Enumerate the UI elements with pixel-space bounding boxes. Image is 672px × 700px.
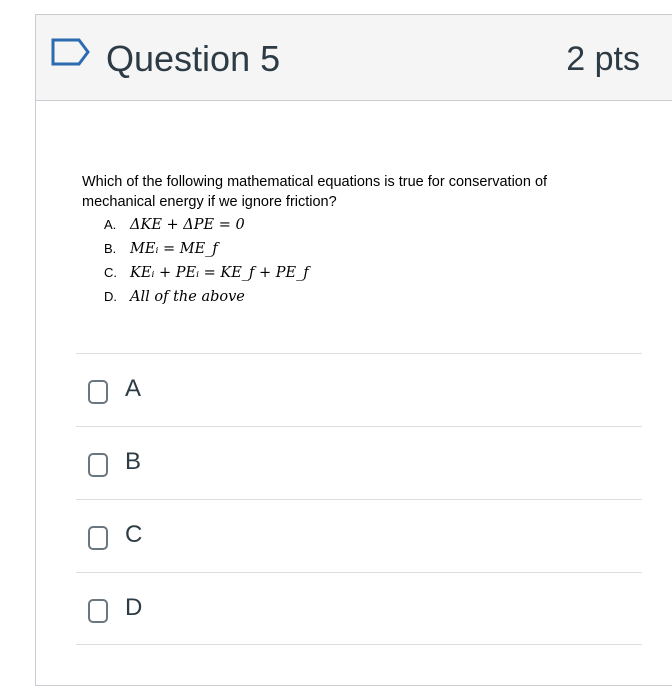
answer-choices: A B C D <box>76 353 642 645</box>
option-row-d: D. All of the above <box>104 285 309 309</box>
option-equation: All of the above <box>130 289 245 305</box>
option-letter: C. <box>104 265 117 280</box>
question-points: 2 pts <box>566 40 640 78</box>
question-card: Question 5 2 pts Which of the following … <box>35 14 672 686</box>
option-letter: A. <box>104 217 117 232</box>
question-text: Which of the following mathematical equa… <box>82 174 548 210</box>
option-row-b: B. MEᵢ = ME_f <box>104 237 309 261</box>
checkbox-b[interactable] <box>88 453 108 477</box>
answer-choice-d[interactable]: D <box>76 572 642 645</box>
option-equation: MEᵢ = ME_f <box>130 241 218 257</box>
question-header: Question 5 2 pts <box>36 15 672 101</box>
checkbox-d[interactable] <box>88 599 108 623</box>
answer-label-d[interactable]: D <box>125 594 142 622</box>
answer-label-b[interactable]: B <box>125 448 141 476</box>
question-options-list: A. ΔKE + ΔPE = 0 B. MEᵢ = ME_f C. KEᵢ + … <box>104 213 309 309</box>
checkbox-c[interactable] <box>88 526 108 550</box>
answer-choice-b[interactable]: B <box>76 426 642 499</box>
option-equation: ΔKE + ΔPE = 0 <box>130 217 245 233</box>
option-letter: D. <box>104 289 117 304</box>
answer-choice-c[interactable]: C <box>76 499 642 572</box>
option-row-c: C. KEᵢ + PEᵢ = KE_f + PE_f <box>104 261 309 285</box>
answer-label-a[interactable]: A <box>125 375 141 403</box>
question-title: Question 5 <box>106 38 281 79</box>
option-letter: B. <box>104 241 117 256</box>
answer-choice-a[interactable]: A <box>76 353 642 426</box>
answer-label-c[interactable]: C <box>125 521 142 549</box>
option-row-a: A. ΔKE + ΔPE = 0 <box>104 213 309 237</box>
bookmark-flag-icon[interactable] <box>51 37 91 67</box>
option-equation: KEᵢ + PEᵢ = KE_f + PE_f <box>130 265 309 281</box>
checkbox-a[interactable] <box>88 380 108 404</box>
